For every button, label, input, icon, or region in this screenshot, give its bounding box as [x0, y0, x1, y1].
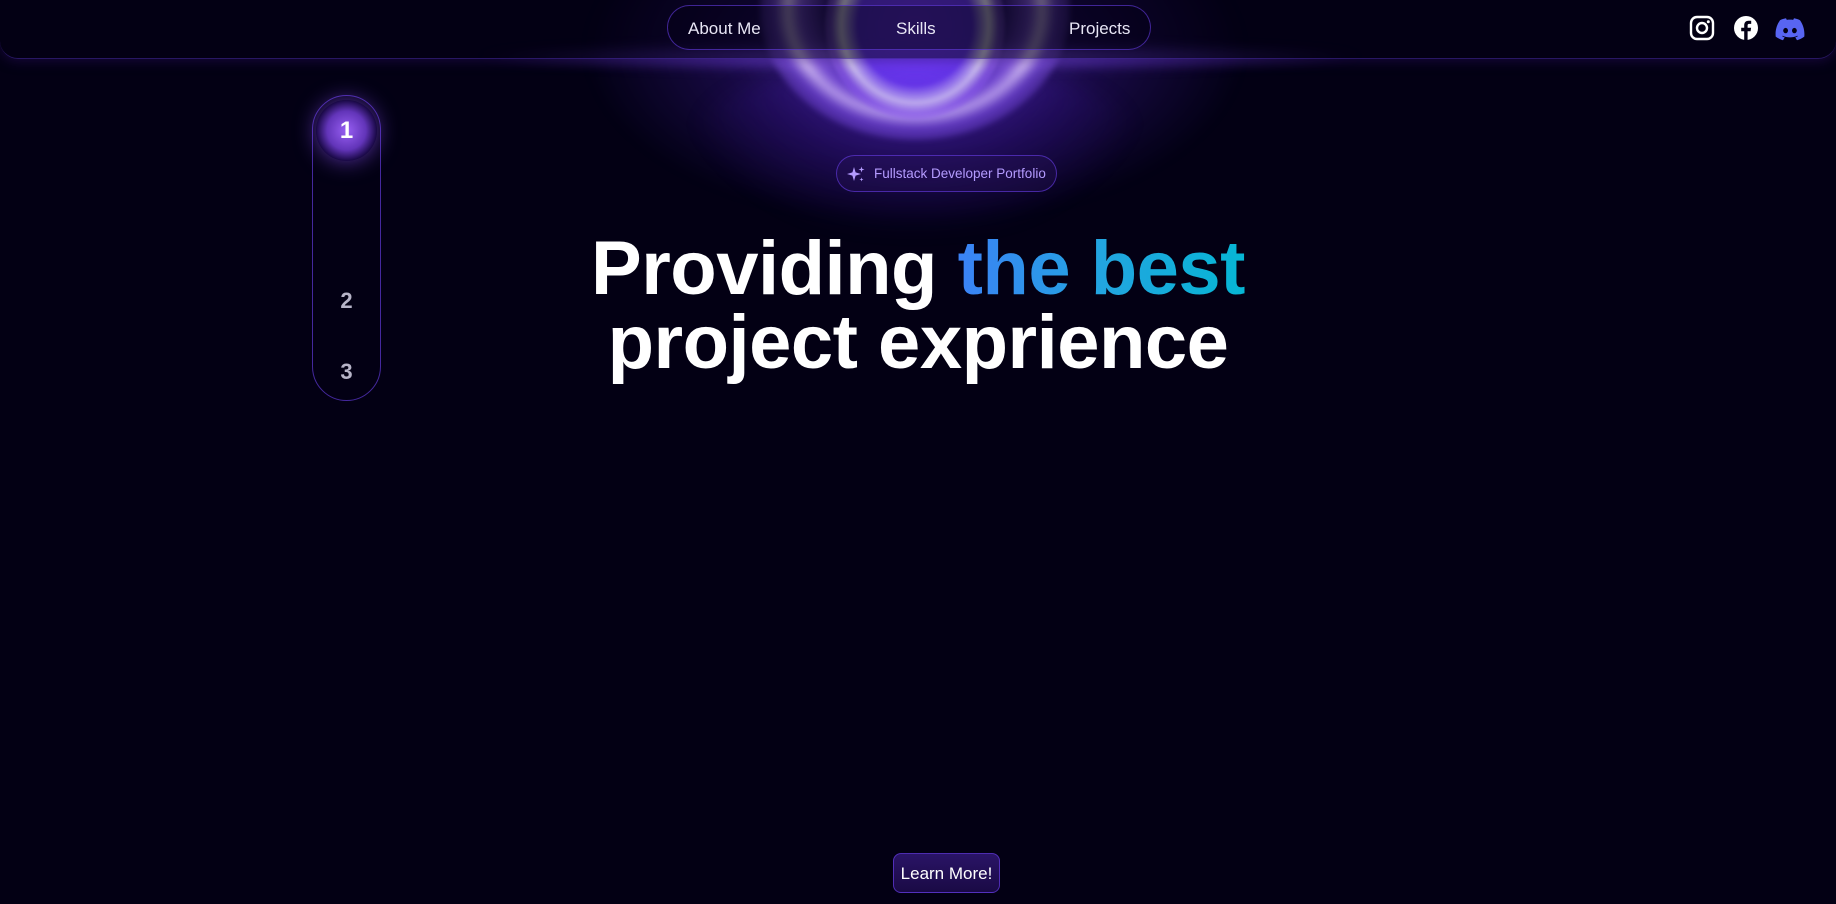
stepper-step-1[interactable]: 1: [316, 100, 377, 161]
instagram-icon[interactable]: [1688, 14, 1716, 42]
nav-link-skills[interactable]: Skills: [896, 6, 936, 51]
page: About Me Skills Projects 1 2 3 Fullstack…: [0, 0, 1836, 904]
discord-icon[interactable]: [1775, 14, 1805, 42]
hero-headline: Providing the best project exprience: [418, 231, 1418, 385]
hero-headline-accent: the best: [957, 226, 1246, 311]
nav-link-projects[interactable]: Projects: [1069, 6, 1130, 51]
stepper-step-3[interactable]: 3: [313, 359, 380, 385]
stepper-step-2[interactable]: 2: [313, 288, 380, 314]
learn-more-button[interactable]: Learn More!: [893, 853, 1000, 893]
facebook-icon[interactable]: [1732, 14, 1760, 42]
navbar: About Me Skills Projects: [0, 0, 1836, 59]
nav-link-about-me[interactable]: About Me: [688, 6, 761, 51]
sparkles-icon: [847, 166, 865, 182]
glow-veil: [690, 60, 1140, 230]
hero-headline-start: Providing: [591, 226, 958, 311]
hero-badge: Fullstack Developer Portfolio: [836, 155, 1057, 192]
section-stepper: 1 2 3: [312, 95, 381, 401]
hero-headline-line-2: project exprience: [607, 300, 1229, 385]
nav-links-pill: About Me Skills Projects: [667, 5, 1151, 50]
hero-headline-line-1: Providing the best: [418, 231, 1418, 307]
hero-badge-text: Fullstack Developer Portfolio: [874, 166, 1046, 181]
